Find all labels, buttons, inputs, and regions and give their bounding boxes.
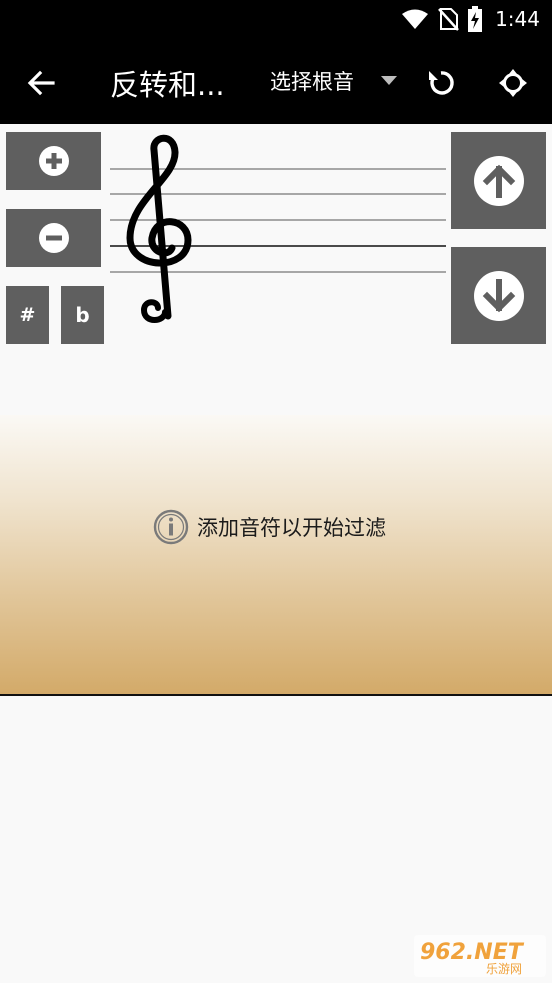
watermark-logo: 962.NET 乐游网 bbox=[414, 935, 546, 977]
reset-button[interactable] bbox=[418, 60, 464, 106]
no-sim-icon bbox=[438, 8, 460, 31]
empty-state-message: 添加音符以开始过滤 bbox=[153, 508, 386, 546]
page-title: 反转和... bbox=[110, 68, 225, 102]
watermark-subtitle: 乐游网 bbox=[486, 962, 522, 976]
sharp-button[interactable]: # bbox=[6, 286, 49, 344]
minus-circle-icon bbox=[38, 223, 69, 253]
refresh-icon bbox=[429, 71, 454, 95]
center-focus-button[interactable] bbox=[490, 60, 536, 106]
arrow-down-circle-icon bbox=[473, 270, 524, 321]
chevron-down-icon[interactable] bbox=[381, 76, 397, 85]
treble-clef-icon bbox=[126, 134, 192, 323]
move-up-button[interactable] bbox=[451, 132, 546, 229]
status-time: 1:44 bbox=[495, 7, 540, 31]
root-note-select-label: 选择根音 bbox=[270, 70, 354, 94]
remove-note-button[interactable] bbox=[6, 209, 101, 267]
back-button[interactable] bbox=[18, 60, 64, 106]
panel-divider bbox=[0, 694, 552, 696]
empty-state-text: 添加音符以开始过滤 bbox=[197, 516, 386, 540]
wifi-icon bbox=[402, 9, 429, 29]
add-note-button[interactable] bbox=[6, 132, 101, 190]
app-bar: 反转和... 选择根音 bbox=[0, 38, 552, 124]
battery-charging-icon bbox=[468, 6, 483, 32]
music-staff[interactable] bbox=[110, 130, 446, 330]
arrow-up-circle-icon bbox=[473, 155, 524, 206]
status-bar: 1:44 bbox=[0, 0, 552, 38]
filter-results-panel bbox=[0, 415, 552, 694]
arrow-left-icon bbox=[27, 70, 55, 96]
flat-button[interactable]: b bbox=[61, 286, 104, 344]
status-icons: 1:44 bbox=[401, 5, 540, 33]
info-icon bbox=[153, 509, 189, 545]
move-down-button[interactable] bbox=[451, 247, 546, 344]
plus-circle-icon bbox=[38, 146, 69, 176]
root-note-select[interactable]: 选择根音 bbox=[270, 64, 354, 98]
crosshair-icon bbox=[499, 69, 527, 97]
